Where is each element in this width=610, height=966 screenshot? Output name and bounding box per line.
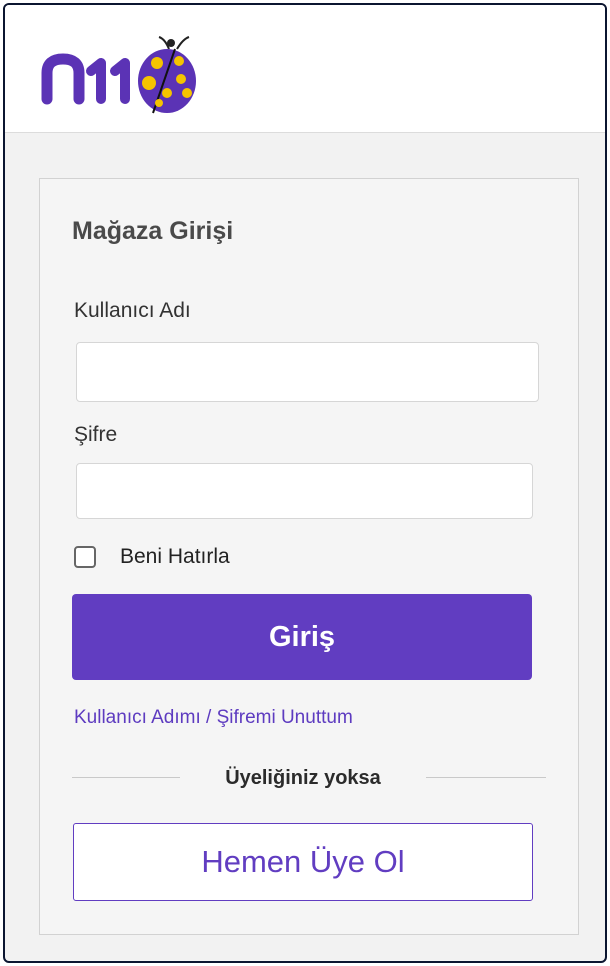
remember-label: Beni Hatırla bbox=[120, 545, 230, 568]
login-button[interactable]: Giriş bbox=[72, 594, 532, 680]
n11-logo[interactable] bbox=[41, 27, 201, 119]
remember-row[interactable]: Beni Hatırla bbox=[74, 545, 230, 569]
signup-button[interactable]: Hemen Üye Ol bbox=[73, 823, 533, 901]
password-label: Şifre bbox=[74, 423, 118, 446]
username-input[interactable] bbox=[76, 342, 539, 402]
divider-text: Üyeliğiniz yoksa bbox=[180, 763, 426, 793]
username-label: Kullanıcı Adı bbox=[74, 299, 191, 322]
remember-checkbox[interactable] bbox=[74, 546, 96, 568]
login-title: Mağaza Girişi bbox=[72, 217, 234, 245]
password-input[interactable] bbox=[76, 463, 533, 519]
header bbox=[5, 5, 605, 133]
forgot-credentials-link[interactable]: Kullanıcı Adımı / Şifremi Unuttum bbox=[74, 707, 353, 729]
login-card: Mağaza Girişi Kullanıcı Adı Şifre Beni H… bbox=[39, 178, 579, 935]
browser-frame: Mağaza Girişi Kullanıcı Adı Şifre Beni H… bbox=[3, 3, 607, 963]
